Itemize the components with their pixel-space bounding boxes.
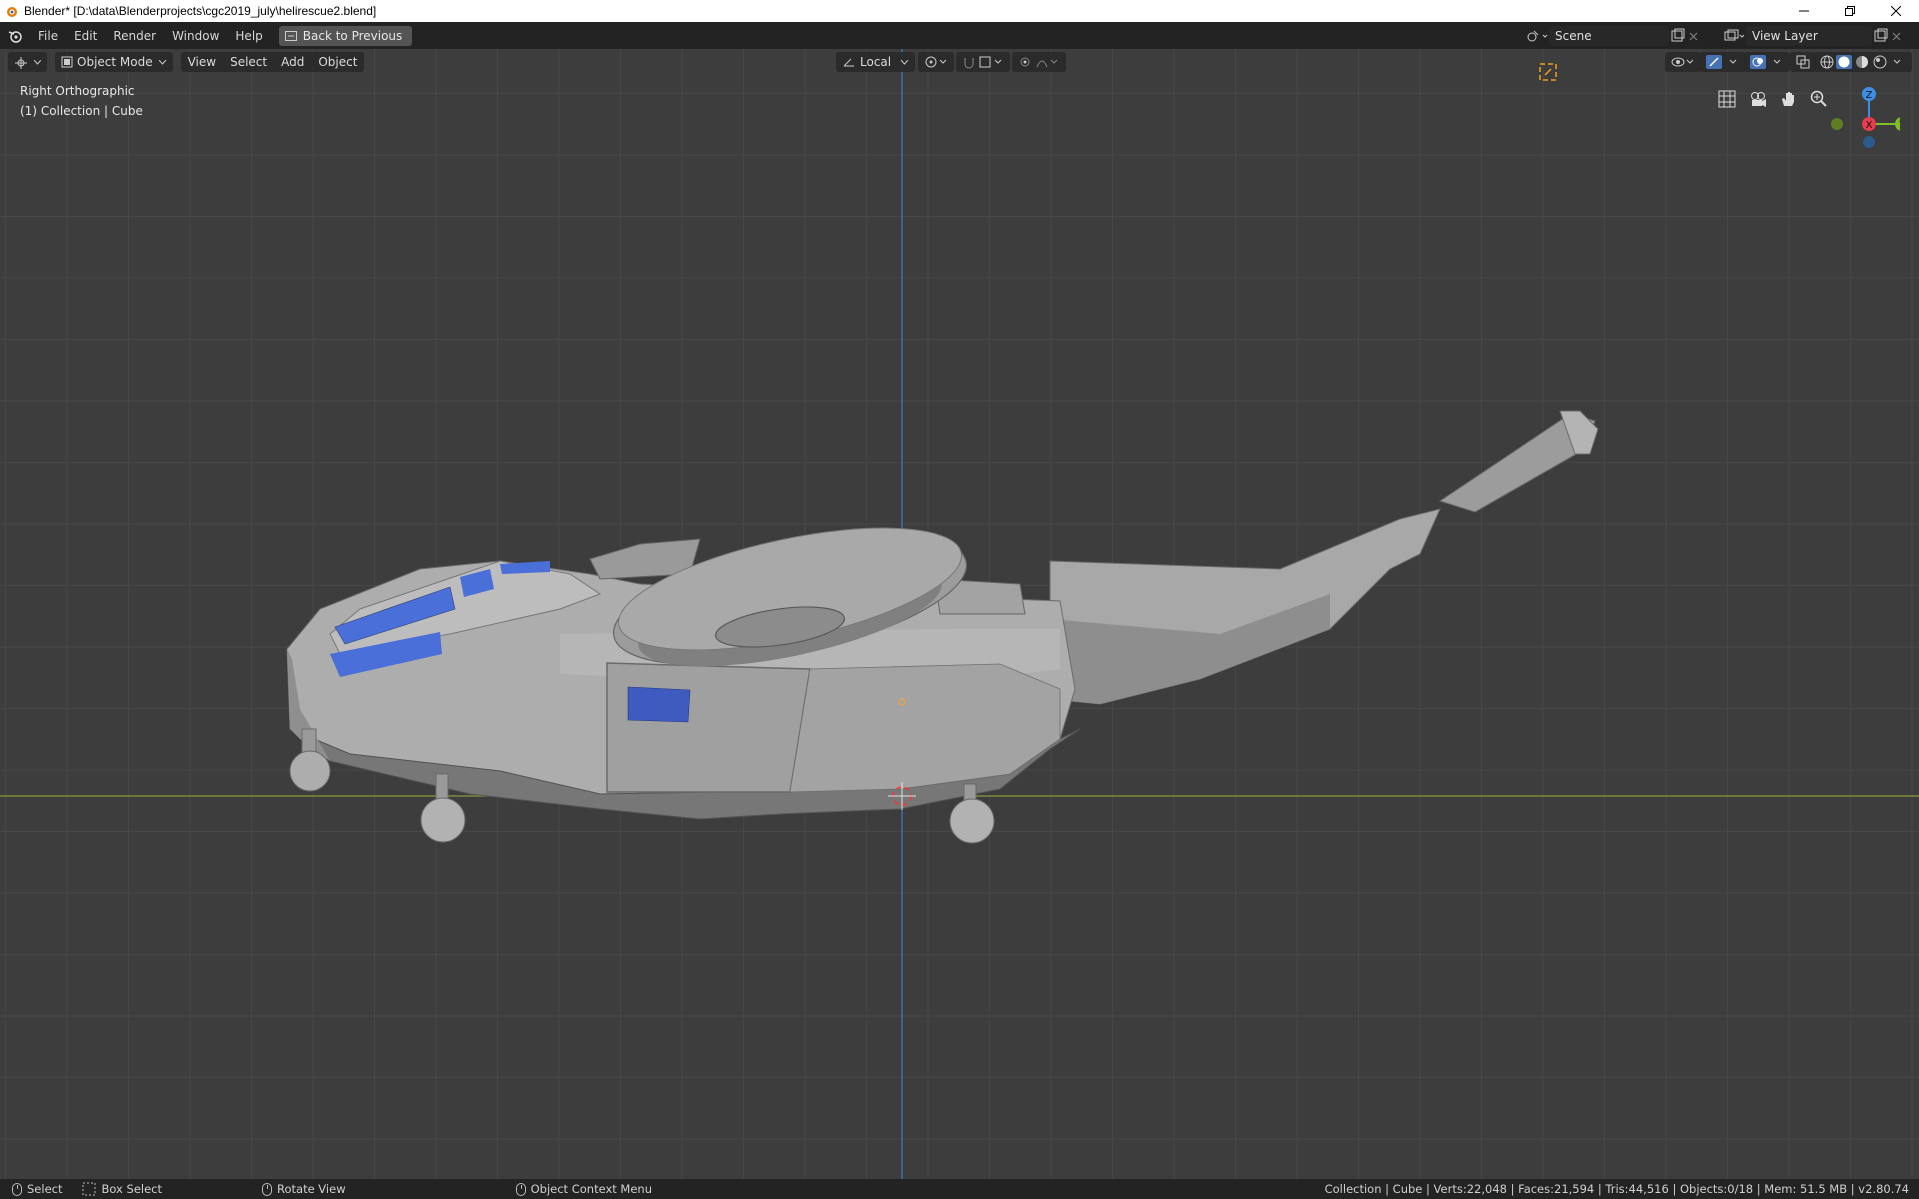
gizmo-y-label: Y <box>1898 120 1900 131</box>
minimize-button[interactable] <box>1781 0 1827 22</box>
proportional-edit-icon <box>1020 57 1058 68</box>
menu-file[interactable]: File <box>30 26 66 46</box>
camera-icon <box>1751 92 1766 107</box>
viewport-header: Object Mode View Select Add Object Local <box>0 49 1919 75</box>
object-mode-icon <box>61 56 73 68</box>
gizmo-icon <box>1706 55 1737 69</box>
scene-statistics: Collection | Cube | Verts:22,048 | Faces… <box>1324 1182 1909 1196</box>
right-mouse-icon <box>515 1182 526 1196</box>
menu-object[interactable]: Object <box>311 52 365 72</box>
box-select-icon <box>82 1182 96 1196</box>
window-titlebar: Blender* [D:\data\Blenderprojects\cgc201… <box>0 0 1919 22</box>
scene-selector[interactable]: Scene <box>1525 25 1701 46</box>
window-title: Blender* [D:\data\Blenderprojects\cgc201… <box>24 4 377 18</box>
back-to-previous-button[interactable]: Back to Previous <box>278 25 413 46</box>
gizmo-x-label: X <box>1866 120 1873 131</box>
blender-menu-button[interactable] <box>0 29 30 43</box>
status-rotate-view-label: Rotate View <box>277 1182 346 1196</box>
back-screen-icon <box>284 30 297 41</box>
menu-window[interactable]: Window <box>164 26 227 46</box>
new-view-layer-icon[interactable] <box>1872 28 1890 44</box>
back-to-previous-label: Back to Previous <box>302 28 403 43</box>
object-mode-dropdown[interactable]: Object Mode <box>55 52 173 72</box>
collection-info-label: (1) Collection | Cube <box>20 104 143 118</box>
snap-icon <box>964 56 1002 69</box>
toggle-grid-button[interactable] <box>1714 86 1740 112</box>
menu-help[interactable]: Help <box>227 26 270 46</box>
overlays-toggle[interactable] <box>1744 52 1790 72</box>
xray-icon <box>1796 55 1810 69</box>
status-rotate-view: Rotate View <box>262 1182 346 1196</box>
shading-modes-icon <box>1820 55 1901 69</box>
left-mouse-icon <box>12 1182 22 1196</box>
visibility-dropdown[interactable] <box>1665 52 1701 72</box>
menu-add[interactable]: Add <box>274 52 312 72</box>
transform-orientation-dropdown[interactable]: Local <box>836 52 916 72</box>
middle-mouse-icon <box>262 1182 272 1196</box>
3d-viewport[interactable]: Right Orthographic (1) Collection | Cube… <box>0 49 1919 1179</box>
pivot-point-dropdown[interactable] <box>918 52 954 72</box>
eye-icon <box>1671 57 1694 67</box>
restore-button[interactable] <box>1827 0 1873 22</box>
object-mode-label: Object Mode <box>77 55 153 69</box>
status-box-select: Box Select <box>82 1182 162 1196</box>
menu-view[interactable]: View <box>180 52 224 72</box>
minimize-icon <box>1799 10 1809 12</box>
shading-mode-group[interactable] <box>1814 52 1912 72</box>
status-box-select-label: Box Select <box>101 1182 162 1196</box>
hand-icon <box>1782 92 1794 106</box>
close-icon <box>1891 6 1901 16</box>
top-menu-bar: File Edit Render Window Help Back to Pre… <box>0 22 1919 49</box>
chevron-down-icon <box>158 59 166 65</box>
menu-edit[interactable]: Edit <box>66 26 105 46</box>
scene-name-field[interactable]: Scene <box>1549 25 1669 46</box>
remove-scene-icon[interactable] <box>1687 28 1701 44</box>
view-layer-icon <box>1724 29 1745 40</box>
chevron-down-icon <box>900 59 909 65</box>
status-context-menu: Object Context Menu <box>515 1182 652 1196</box>
new-scene-icon[interactable] <box>1669 28 1687 44</box>
status-select: Select <box>12 1182 62 1196</box>
scene-icon <box>1527 30 1548 41</box>
status-bar: Select Box Select Rotate View Object Con… <box>0 1179 1919 1199</box>
status-context-menu-label: Object Context Menu <box>530 1182 652 1196</box>
pan-view-button[interactable] <box>1775 86 1801 112</box>
camera-view-button[interactable] <box>1745 86 1771 112</box>
gizmo-neg-z[interactable] <box>1863 136 1875 148</box>
orientation-icon <box>843 58 854 67</box>
view-layer-name-field[interactable]: View Layer <box>1746 25 1872 46</box>
gizmo-toggle[interactable] <box>1700 52 1746 72</box>
snapping-toggle[interactable] <box>956 52 1010 72</box>
editor-type-button[interactable] <box>8 52 47 72</box>
3d-view-editor-icon <box>15 57 27 69</box>
remove-view-layer-icon[interactable] <box>1890 28 1904 44</box>
helicopter-model[interactable] <box>286 410 1599 844</box>
blender-logo-icon <box>7 7 17 17</box>
gizmo-z-label: Z <box>1866 90 1873 101</box>
view-name-label: Right Orthographic <box>20 84 135 98</box>
xray-toggle[interactable] <box>1790 52 1816 72</box>
grid-icon <box>1718 90 1736 108</box>
view-layer-selector[interactable]: View Layer <box>1722 25 1904 46</box>
overlays-icon <box>1750 55 1781 69</box>
orientation-label: Local <box>860 55 892 69</box>
pivot-point-icon <box>925 56 947 68</box>
gizmo-neg-y[interactable] <box>1831 118 1843 130</box>
navigation-gizmo[interactable]: Z Y X <box>1820 84 1900 174</box>
menu-render[interactable]: Render <box>105 26 164 46</box>
menu-select[interactable]: Select <box>223 52 275 72</box>
chevron-down-icon <box>34 59 41 65</box>
blender-logo-icon <box>8 30 22 43</box>
restore-icon <box>1845 6 1855 16</box>
status-select-label: Select <box>27 1182 63 1196</box>
proportional-editing-toggle[interactable] <box>1012 52 1066 72</box>
close-button[interactable] <box>1873 0 1919 22</box>
viewport-scene <box>0 49 1919 1179</box>
